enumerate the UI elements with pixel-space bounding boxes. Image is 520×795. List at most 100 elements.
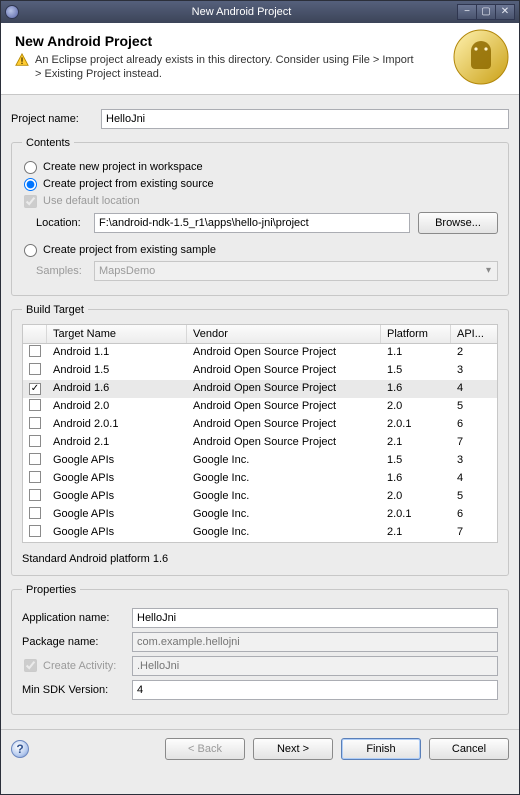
maximize-button[interactable]: ▢ (476, 4, 496, 20)
build-target-summary: Standard Android platform 1.6 (22, 553, 498, 565)
target-checkbox[interactable] (29, 525, 41, 537)
target-checkbox[interactable] (29, 345, 41, 357)
cell-vendor: Google Inc. (187, 508, 381, 520)
help-icon[interactable]: ? (11, 740, 29, 758)
cell-api: 2 (451, 346, 497, 358)
browse-button[interactable]: Browse... (418, 212, 498, 234)
table-row[interactable]: Google APIsGoogle Inc.1.64 (23, 470, 497, 488)
properties-group: Properties Application name: Package nam… (11, 584, 509, 715)
col-api[interactable]: API... (451, 325, 497, 343)
table-row[interactable]: ✓Android 1.6Android Open Source Project1… (23, 380, 497, 398)
radio-sample-input[interactable] (24, 244, 37, 257)
close-button[interactable]: ✕ (495, 4, 515, 20)
wizard-banner: New Android Project An Eclipse project a… (1, 23, 519, 95)
radio-existing-input[interactable] (24, 178, 37, 191)
activity-name-input (132, 656, 498, 676)
cell-target-name: Android 1.5 (47, 364, 187, 376)
radio-sample[interactable]: Create project from existing sample (22, 244, 498, 257)
project-name-label: Project name: (11, 113, 101, 125)
radio-workspace-input[interactable] (24, 161, 37, 174)
warning-icon (15, 53, 29, 67)
cell-vendor: Android Open Source Project (187, 364, 381, 376)
target-table-header: Target Name Vendor Platform API... (23, 325, 497, 344)
table-row[interactable]: Android 2.0.1Android Open Source Project… (23, 416, 497, 434)
next-button[interactable]: Next > (253, 738, 333, 760)
package-name-input (132, 632, 498, 652)
cell-vendor: Android Open Source Project (187, 382, 381, 394)
cell-api: 7 (451, 436, 497, 448)
table-row[interactable]: Android 1.5Android Open Source Project1.… (23, 362, 497, 380)
finish-button[interactable]: Finish (341, 738, 421, 760)
target-checkbox[interactable] (29, 363, 41, 375)
cell-target-name: Google APIs (47, 490, 187, 502)
min-sdk-input[interactable] (132, 680, 498, 700)
target-checkbox[interactable] (29, 507, 41, 519)
samples-label: Samples: (36, 265, 94, 277)
cell-target-name: Google APIs (47, 472, 187, 484)
titlebar: New Android Project − ▢ ✕ (1, 1, 519, 23)
cancel-button[interactable]: Cancel (429, 738, 509, 760)
min-sdk-label: Min SDK Version: (22, 684, 132, 696)
cell-target-name: Android 2.1 (47, 436, 187, 448)
app-icon (5, 5, 19, 19)
target-checkbox[interactable] (29, 435, 41, 447)
cell-api: 5 (451, 400, 497, 412)
use-default-location: Use default location (22, 195, 498, 208)
cell-platform: 2.0.1 (381, 508, 451, 520)
cell-vendor: Android Open Source Project (187, 436, 381, 448)
cell-platform: 1.6 (381, 472, 451, 484)
table-row[interactable]: Google APIsGoogle Inc.1.53 (23, 452, 497, 470)
cell-api: 7 (451, 526, 497, 538)
android-logo-icon (453, 29, 509, 85)
use-default-checkbox (24, 195, 37, 208)
cell-api: 5 (451, 490, 497, 502)
contents-legend: Contents (22, 137, 74, 149)
target-checkbox[interactable]: ✓ (29, 383, 41, 395)
cell-vendor: Android Open Source Project (187, 418, 381, 430)
radio-workspace-label: Create new project in workspace (43, 161, 203, 173)
target-table: Target Name Vendor Platform API... Andro… (22, 324, 498, 543)
cell-platform: 2.1 (381, 436, 451, 448)
cell-target-name: Android 1.1 (47, 346, 187, 358)
minimize-button[interactable]: − (457, 4, 477, 20)
radio-existing[interactable]: Create project from existing source (22, 178, 498, 191)
col-platform[interactable]: Platform (381, 325, 451, 343)
cell-api: 3 (451, 454, 497, 466)
properties-legend: Properties (22, 584, 80, 596)
build-target-group: Build Target Target Name Vendor Platform… (11, 304, 509, 576)
radio-sample-label: Create project from existing sample (43, 244, 216, 256)
target-checkbox[interactable] (29, 453, 41, 465)
project-name-input[interactable] (101, 109, 509, 129)
cell-target-name: Google APIs (47, 454, 187, 466)
table-row[interactable]: Android 2.1Android Open Source Project2.… (23, 434, 497, 452)
package-name-label: Package name: (22, 636, 132, 648)
cell-vendor: Google Inc. (187, 490, 381, 502)
cell-target-name: Android 2.0.1 (47, 418, 187, 430)
cell-vendor: Google Inc. (187, 472, 381, 484)
cell-platform: 2.0 (381, 400, 451, 412)
location-input[interactable] (94, 213, 410, 233)
target-checkbox[interactable] (29, 489, 41, 501)
col-vendor[interactable]: Vendor (187, 325, 381, 343)
table-row[interactable]: Google APIsGoogle Inc.2.0.16 (23, 506, 497, 524)
window-title: New Android Project (25, 6, 458, 18)
cell-api: 4 (451, 382, 497, 394)
app-name-input[interactable] (132, 608, 498, 628)
col-target-name[interactable]: Target Name (47, 325, 187, 343)
samples-select: MapsDemo (94, 261, 498, 281)
radio-workspace[interactable]: Create new project in workspace (22, 161, 498, 174)
cell-platform: 1.6 (381, 382, 451, 394)
target-checkbox[interactable] (29, 399, 41, 411)
page-title: New Android Project (15, 33, 505, 49)
target-checkbox[interactable] (29, 471, 41, 483)
table-row[interactable]: Android 2.0Android Open Source Project2.… (23, 398, 497, 416)
wizard-footer: ? < Back Next > Finish Cancel (1, 729, 519, 770)
table-row[interactable]: Google APIsGoogle Inc.2.05 (23, 488, 497, 506)
table-row[interactable]: Android 1.1Android Open Source Project1.… (23, 344, 497, 362)
target-checkbox[interactable] (29, 417, 41, 429)
cell-platform: 1.5 (381, 364, 451, 376)
table-row[interactable]: Google APIsGoogle Inc.2.17 (23, 524, 497, 542)
samples-value: MapsDemo (99, 265, 155, 277)
warning-message: An Eclipse project already exists in thi… (35, 53, 415, 82)
build-target-legend: Build Target (22, 304, 88, 316)
